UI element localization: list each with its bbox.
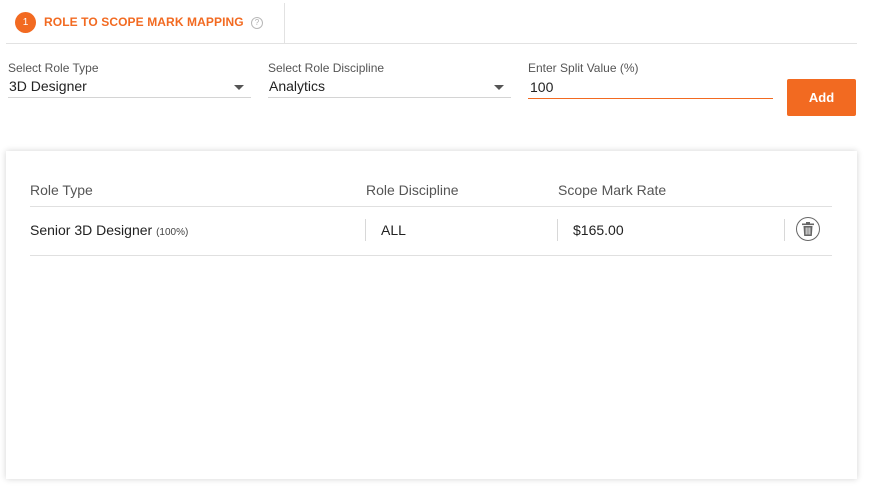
split-value-field: Enter Split Value (%) <box>528 61 773 106</box>
add-button[interactable]: Add <box>787 79 856 116</box>
cell-divider <box>784 219 785 241</box>
split-value-input[interactable] <box>528 75 773 99</box>
tab-role-scope-mark-mapping[interactable]: 1 ROLE TO SCOPE MARK MAPPING ? <box>6 3 285 43</box>
split-value-label: Enter Split Value (%) <box>528 61 639 75</box>
mapping-table-card: Role Type Role Discipline Scope Mark Rat… <box>6 151 857 479</box>
tab-title: ROLE TO SCOPE MARK MAPPING <box>44 15 244 29</box>
question-circle-icon[interactable]: ? <box>251 17 263 29</box>
delete-row-button[interactable] <box>796 217 820 241</box>
role-discipline-field: Select Role Discipline Analytics <box>268 61 511 106</box>
chevron-down-icon <box>494 85 504 90</box>
role-type-select[interactable]: 3D Designer <box>8 75 251 98</box>
cell-rate: $165.00 <box>573 222 624 238</box>
tab-bar: 1 ROLE TO SCOPE MARK MAPPING ? <box>6 3 857 44</box>
row-divider <box>30 255 832 256</box>
role-type-value: 3D Designer <box>9 78 87 94</box>
header-role-type: Role Type <box>30 182 93 198</box>
header-role-discipline: Role Discipline <box>366 182 459 198</box>
header-divider <box>30 206 832 207</box>
role-type-text: Senior 3D Designer <box>30 222 153 238</box>
role-discipline-value: Analytics <box>269 78 326 94</box>
header-scope-mark-rate: Scope Mark Rate <box>558 182 667 198</box>
split-percent: (100%) <box>156 227 189 238</box>
cell-discipline: ALL <box>381 222 406 238</box>
chevron-down-icon <box>234 85 244 90</box>
cell-role-type: Senior 3D Designer (100%) <box>30 222 188 238</box>
role-discipline-label: Select Role Discipline <box>268 61 385 75</box>
role-type-field: Select Role Type 3D Designer <box>8 61 251 106</box>
role-discipline-select[interactable]: Analytics <box>268 75 511 98</box>
step-number-badge: 1 <box>15 12 36 33</box>
role-type-label: Select Role Type <box>8 61 99 75</box>
trash-icon <box>802 222 814 236</box>
cell-divider <box>557 219 558 241</box>
cell-divider <box>365 219 366 241</box>
